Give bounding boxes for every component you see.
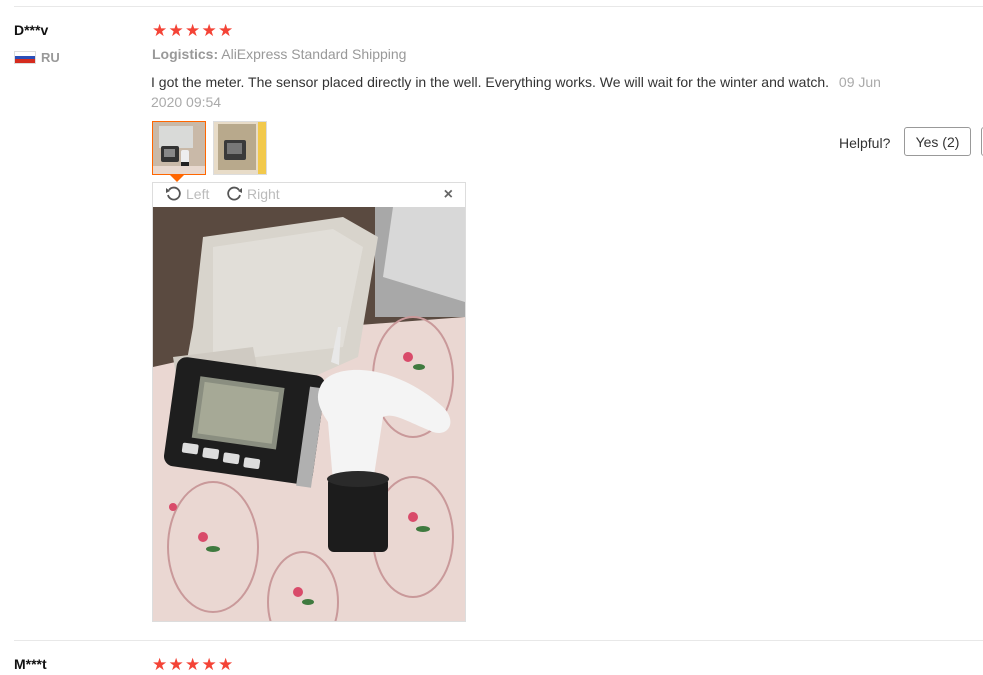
star-icon: ★: [152, 655, 167, 674]
photo-viewer-toolbar: Left Right ×: [153, 183, 465, 207]
star-icon: ★: [168, 21, 184, 40]
star-icon: ★: [152, 21, 167, 40]
next-reviewer-name: M***t: [14, 656, 47, 672]
review-photo-thumbnail-2[interactable]: [213, 121, 267, 175]
star-icon: ★: [218, 21, 233, 40]
star-icon: ★: [185, 21, 200, 40]
rotate-right-icon: [227, 186, 242, 201]
reviewer-name: D***v: [14, 22, 49, 38]
star-icon: ★: [201, 21, 217, 40]
star-icon: ★: [168, 655, 184, 674]
country-code: RU: [41, 50, 60, 65]
rotate-right-button[interactable]: Right: [226, 185, 280, 202]
active-thumbnail-pointer: [170, 175, 184, 182]
star-icon: ★: [185, 655, 200, 674]
photo-viewer: Left Right ×: [152, 182, 466, 622]
star-icon: ★: [201, 655, 217, 674]
logistics-label: Logistics:: [152, 46, 219, 62]
close-viewer-button[interactable]: ×: [444, 186, 453, 204]
russia-flag-icon: [14, 51, 36, 64]
helpful-label: Helpful?: [839, 135, 891, 151]
review-text: I got the meter. The sensor placed direc…: [151, 74, 830, 90]
rotate-left-icon: [166, 186, 181, 201]
review-photo-thumbnail-1[interactable]: [152, 121, 206, 175]
rotate-right-label: Right: [247, 185, 280, 202]
helpful-yes-button[interactable]: Yes (2): [904, 127, 971, 156]
review-bottom-divider: [14, 640, 983, 641]
logistics-info: Logistics: AliExpress Standard Shipping: [152, 46, 406, 62]
review-body: I got the meter. The sensor placed direc…: [151, 72, 951, 112]
logistics-value: AliExpress Standard Shipping: [221, 46, 407, 62]
reviewer-country: RU: [14, 50, 60, 65]
star-icon: ★: [218, 655, 233, 674]
rotate-left-button[interactable]: Left: [165, 185, 209, 202]
rotate-left-label: Left: [186, 185, 210, 202]
rating-stars: ★ ★ ★ ★ ★: [152, 21, 235, 41]
review-photo: [153, 207, 465, 621]
review-top-divider: [14, 6, 983, 7]
next-rating-stars: ★ ★ ★ ★ ★: [152, 655, 235, 675]
